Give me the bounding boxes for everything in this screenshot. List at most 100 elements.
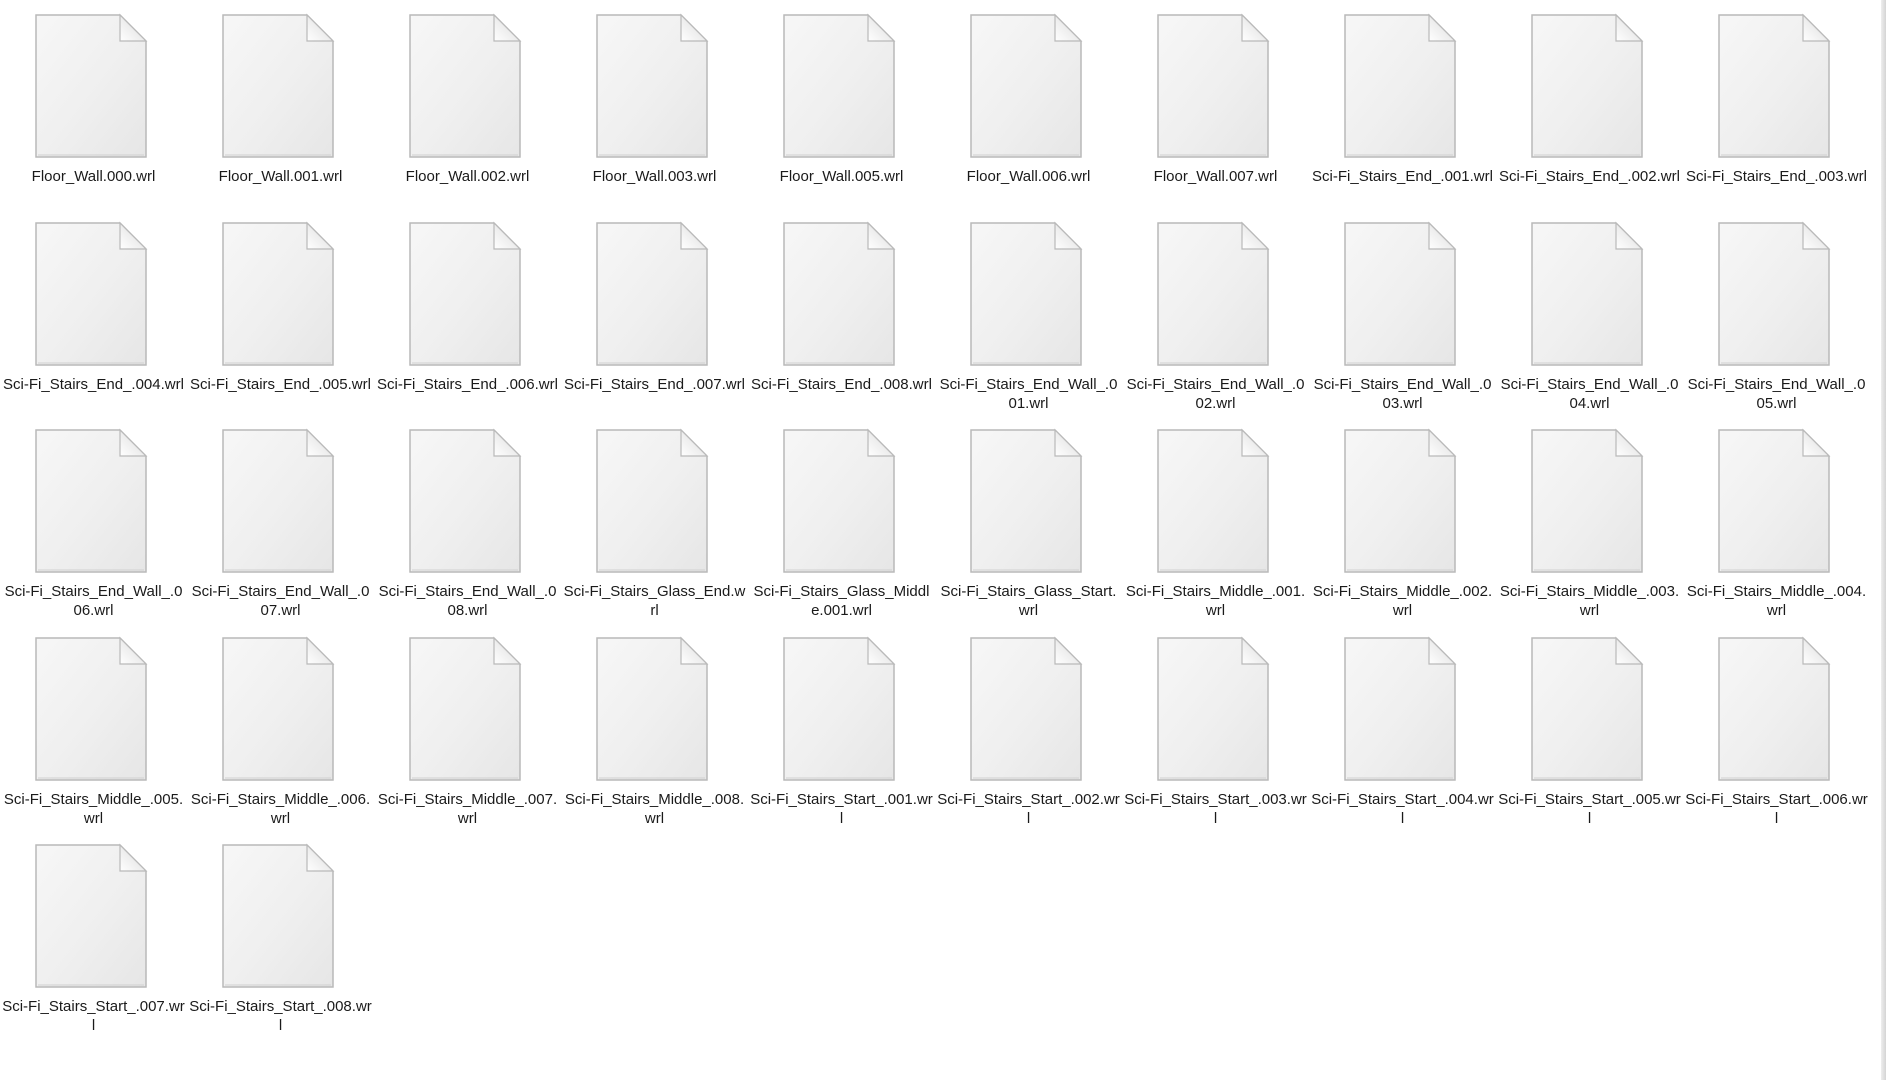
- file-name-label: Sci-Fi_Stairs_Glass_End.wrl: [563, 583, 746, 619]
- file-item[interactable]: Sci-Fi_Stairs_Middle_.001.wrl: [1122, 415, 1309, 619]
- file-name-label: Sci-Fi_Stairs_Start_.001.wrl: [750, 791, 933, 827]
- document-icon: [221, 221, 335, 367]
- file-item[interactable]: Sci-Fi_Stairs_End_Wall_.006.wrl: [0, 415, 187, 619]
- file-name-label: Sci-Fi_Stairs_End_.002.wrl: [1499, 168, 1680, 185]
- document-icon: [595, 221, 709, 367]
- document-icon: [969, 221, 1083, 367]
- file-name-label: Sci-Fi_Stairs_End_Wall_.006.wrl: [4, 583, 183, 619]
- file-name-label: Sci-Fi_Stairs_End_Wall_.004.wrl: [1500, 376, 1679, 412]
- file-name-label: Sci-Fi_Stairs_End_Wall_.001.wrl: [939, 376, 1118, 412]
- file-item[interactable]: Sci-Fi_Stairs_End_Wall_.001.wrl: [935, 208, 1122, 412]
- file-name-label: Floor_Wall.007.wrl: [1153, 168, 1278, 185]
- document-icon: [1530, 428, 1644, 574]
- document-icon: [34, 428, 148, 574]
- file-item[interactable]: Floor_Wall.003.wrl: [561, 0, 748, 200]
- file-item[interactable]: Sci-Fi_Stairs_End_.001.wrl: [1309, 0, 1496, 200]
- document-icon: [595, 428, 709, 574]
- document-icon: [408, 221, 522, 367]
- file-item[interactable]: Sci-Fi_Stairs_Start_.006.wrl: [1683, 623, 1870, 827]
- file-item[interactable]: Floor_Wall.000.wrl: [0, 0, 187, 200]
- document-icon: [969, 636, 1083, 782]
- file-name-label: Floor_Wall.000.wrl: [31, 168, 156, 185]
- document-icon: [408, 428, 522, 574]
- file-name-label: Sci-Fi_Stairs_End_.001.wrl: [1312, 168, 1493, 185]
- file-name-label: Sci-Fi_Stairs_Start_.003.wrl: [1124, 791, 1307, 827]
- document-icon: [1156, 428, 1270, 574]
- file-item[interactable]: Floor_Wall.001.wrl: [187, 0, 374, 200]
- file-name-label: Sci-Fi_Stairs_Middle_.004.wrl: [1686, 583, 1867, 619]
- file-item[interactable]: Sci-Fi_Stairs_Middle_.004.wrl: [1683, 415, 1870, 619]
- document-icon: [221, 636, 335, 782]
- file-item[interactable]: Sci-Fi_Stairs_End_Wall_.005.wrl: [1683, 208, 1870, 412]
- file-name-label: Sci-Fi_Stairs_End_.008.wrl: [751, 376, 932, 393]
- file-name-label: Sci-Fi_Stairs_Start_.007.wrl: [2, 998, 185, 1034]
- file-name-label: Sci-Fi_Stairs_End_.006.wrl: [377, 376, 558, 393]
- file-item[interactable]: Sci-Fi_Stairs_End_.007.wrl: [561, 208, 748, 408]
- file-name-label: Sci-Fi_Stairs_End_Wall_.008.wrl: [378, 583, 557, 619]
- file-name-label: Sci-Fi_Stairs_Middle_.008.wrl: [564, 791, 745, 827]
- file-name-label: Sci-Fi_Stairs_Start_.005.wrl: [1498, 791, 1681, 827]
- document-icon: [595, 13, 709, 159]
- file-item[interactable]: Sci-Fi_Stairs_End_.005.wrl: [187, 208, 374, 408]
- file-name-label: Sci-Fi_Stairs_Start_.002.wrl: [937, 791, 1120, 827]
- file-item[interactable]: Sci-Fi_Stairs_End_.006.wrl: [374, 208, 561, 408]
- file-name-label: Floor_Wall.002.wrl: [405, 168, 530, 185]
- file-item[interactable]: Floor_Wall.005.wrl: [748, 0, 935, 200]
- document-icon: [782, 13, 896, 159]
- file-name-label: Sci-Fi_Stairs_Middle_.002.wrl: [1312, 583, 1493, 619]
- file-item[interactable]: Floor_Wall.002.wrl: [374, 0, 561, 200]
- file-name-label: Sci-Fi_Stairs_End_Wall_.003.wrl: [1313, 376, 1492, 412]
- file-item[interactable]: Sci-Fi_Stairs_Glass_Middle.001.wrl: [748, 415, 935, 619]
- document-icon: [1343, 13, 1457, 159]
- document-icon: [1717, 636, 1831, 782]
- document-icon: [34, 636, 148, 782]
- file-name-label: Sci-Fi_Stairs_End_Wall_.007.wrl: [191, 583, 370, 619]
- file-item[interactable]: Sci-Fi_Stairs_End_.004.wrl: [0, 208, 187, 408]
- file-item[interactable]: Sci-Fi_Stairs_Start_.004.wrl: [1309, 623, 1496, 827]
- document-icon: [1156, 221, 1270, 367]
- file-name-label: Sci-Fi_Stairs_End_Wall_.005.wrl: [1687, 376, 1866, 412]
- file-item[interactable]: Sci-Fi_Stairs_Middle_.002.wrl: [1309, 415, 1496, 619]
- file-name-label: Sci-Fi_Stairs_Glass_Middle.001.wrl: [753, 583, 930, 619]
- file-item[interactable]: Sci-Fi_Stairs_End_.002.wrl: [1496, 0, 1683, 200]
- document-icon: [1717, 428, 1831, 574]
- file-item[interactable]: Floor_Wall.006.wrl: [935, 0, 1122, 200]
- file-item[interactable]: Sci-Fi_Stairs_End_Wall_.003.wrl: [1309, 208, 1496, 412]
- document-icon: [1343, 428, 1457, 574]
- document-icon: [969, 428, 1083, 574]
- file-item[interactable]: Sci-Fi_Stairs_End_Wall_.004.wrl: [1496, 208, 1683, 412]
- file-name-label: Sci-Fi_Stairs_Middle_.006.wrl: [190, 791, 371, 827]
- file-item[interactable]: Sci-Fi_Stairs_Start_.003.wrl: [1122, 623, 1309, 827]
- document-icon: [1530, 636, 1644, 782]
- document-icon: [782, 428, 896, 574]
- document-icon: [1530, 13, 1644, 159]
- document-icon: [221, 843, 335, 989]
- document-icon: [1717, 13, 1831, 159]
- file-item[interactable]: Sci-Fi_Stairs_End_.003.wrl: [1683, 0, 1870, 200]
- file-item[interactable]: Sci-Fi_Stairs_Start_.008.wrl: [187, 830, 374, 1034]
- document-icon: [969, 13, 1083, 159]
- file-item[interactable]: Sci-Fi_Stairs_Glass_End.wrl: [561, 415, 748, 619]
- file-name-label: Floor_Wall.001.wrl: [218, 168, 343, 185]
- file-item[interactable]: Sci-Fi_Stairs_Start_.001.wrl: [748, 623, 935, 827]
- file-item[interactable]: Sci-Fi_Stairs_Middle_.005.wrl: [0, 623, 187, 827]
- file-item[interactable]: Sci-Fi_Stairs_End_Wall_.007.wrl: [187, 415, 374, 619]
- file-item[interactable]: Sci-Fi_Stairs_Start_.005.wrl: [1496, 623, 1683, 827]
- file-item[interactable]: Sci-Fi_Stairs_Middle_.006.wrl: [187, 623, 374, 827]
- file-explorer-window: Floor_Wall.000.wrl Floor_Wall.001.wrl Fl…: [0, 0, 1886, 1080]
- file-item[interactable]: Sci-Fi_Stairs_Start_.002.wrl: [935, 623, 1122, 827]
- file-item[interactable]: Floor_Wall.007.wrl: [1122, 0, 1309, 200]
- file-name-label: Sci-Fi_Stairs_Glass_Start.wrl: [940, 583, 1117, 619]
- file-item[interactable]: Sci-Fi_Stairs_Start_.007.wrl: [0, 830, 187, 1034]
- document-icon: [34, 13, 148, 159]
- file-item[interactable]: Sci-Fi_Stairs_End_Wall_.008.wrl: [374, 415, 561, 619]
- file-item[interactable]: Sci-Fi_Stairs_Middle_.003.wrl: [1496, 415, 1683, 619]
- file-name-label: Sci-Fi_Stairs_End_.005.wrl: [190, 376, 371, 393]
- file-name-label: Sci-Fi_Stairs_Start_.008.wrl: [189, 998, 372, 1034]
- file-item[interactable]: Sci-Fi_Stairs_End_.008.wrl: [748, 208, 935, 408]
- file-item[interactable]: Sci-Fi_Stairs_Glass_Start.wrl: [935, 415, 1122, 619]
- file-item[interactable]: Sci-Fi_Stairs_Middle_.007.wrl: [374, 623, 561, 827]
- file-item[interactable]: Sci-Fi_Stairs_End_Wall_.002.wrl: [1122, 208, 1309, 412]
- file-name-label: Sci-Fi_Stairs_Start_.004.wrl: [1311, 791, 1494, 827]
- file-item[interactable]: Sci-Fi_Stairs_Middle_.008.wrl: [561, 623, 748, 827]
